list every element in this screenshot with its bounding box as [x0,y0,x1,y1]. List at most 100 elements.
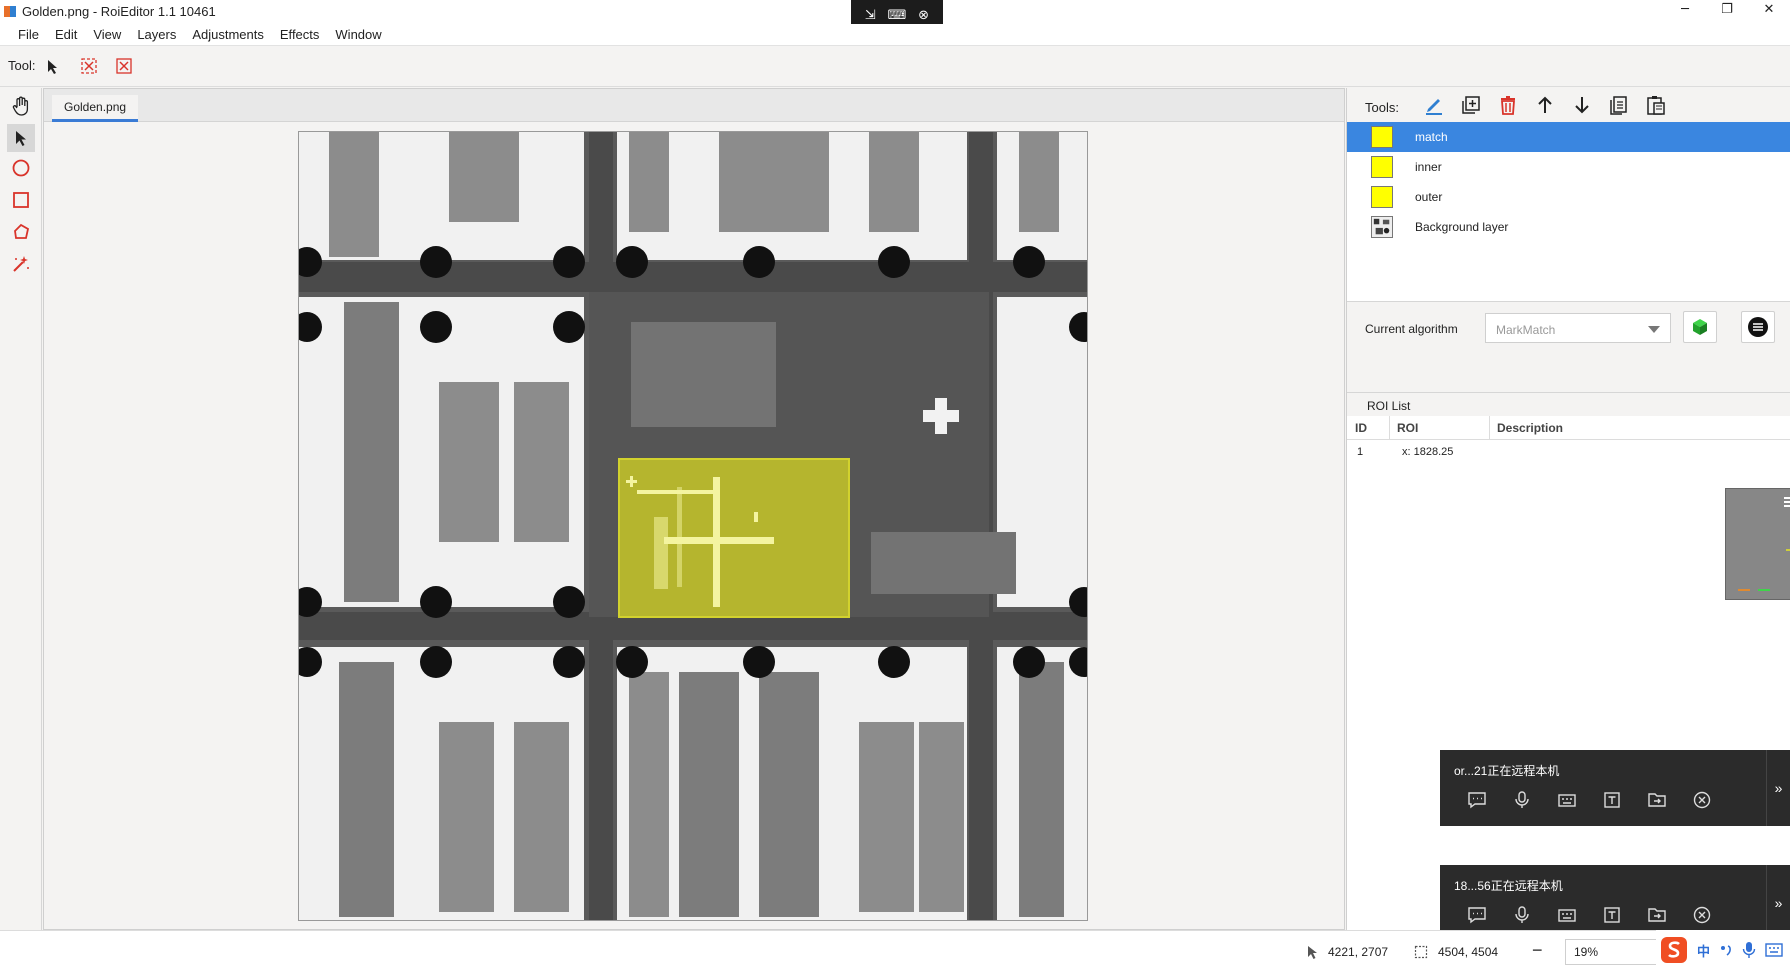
paste-icon [1647,96,1665,115]
keyboard-icon[interactable] [1544,903,1589,927]
window-title: Golden.png - RoiEditor 1.1 10461 [22,4,216,19]
copy-layer-button[interactable] [1604,90,1634,120]
circle-icon [12,159,30,177]
roi-list-title: ROI List [1367,399,1411,413]
wafer-image [299,132,1087,920]
document-tabbar: Golden.png [44,89,1344,122]
tool-label: Tool: [8,58,36,73]
remote-close-icon[interactable]: ⊗ [918,8,929,23]
menu-window[interactable]: Window [327,24,389,45]
move-up-button[interactable] [1530,90,1560,120]
arrow-cursor-icon [16,131,26,146]
rectangle-tool[interactable] [7,186,35,214]
algorithm-section: Current algorithm MarkMatch [1347,303,1790,393]
remote-session-actions [1454,903,1724,927]
settings-icon [1748,317,1768,337]
clear-selection-icon[interactable] [114,56,134,76]
file-transfer-icon[interactable] [1634,788,1679,812]
ime-tray: 中 [1656,930,1790,970]
disconnect-icon[interactable] [1679,903,1724,927]
sogou-ime-icon[interactable] [1660,936,1688,964]
selection-size-icon [1414,945,1428,959]
roi-table: ID ROI Description 1 x: 1828.25 [1347,416,1790,936]
move-down-button[interactable] [1567,90,1597,120]
microphone-icon[interactable] [1499,788,1544,812]
arrow-up-icon [1538,96,1552,113]
algorithm-value: MarkMatch [1496,323,1556,337]
col-description[interactable]: Description [1497,421,1563,435]
layer-row-background[interactable]: Background layer [1347,212,1790,242]
text-icon[interactable] [1589,903,1634,927]
menu-edit[interactable]: Edit [47,24,85,45]
punctuation-icon[interactable] [1719,943,1733,957]
polygon-tool[interactable] [7,218,35,246]
algorithm-settings-button[interactable] [1741,311,1775,343]
menu-effects[interactable]: Effects [272,24,328,45]
pan-tool[interactable] [7,92,35,120]
tool-options-bar: Tool: [0,47,1790,87]
text-icon[interactable] [1589,788,1634,812]
keyboard-icon[interactable] [1765,943,1783,957]
menu-adjustments[interactable]: Adjustments [184,24,272,45]
zoom-out-button[interactable]: − [1532,940,1543,961]
layer-name: inner [1415,160,1442,174]
status-bar: 4221, 2707 4504, 4504 − 19% [0,930,1790,972]
magic-wand-tool[interactable] [7,250,35,278]
remote-keyboard-icon[interactable]: ⌨ [888,8,907,23]
layer-name: Background layer [1415,220,1509,234]
voice-input-icon[interactable] [1742,941,1756,959]
ellipse-tool[interactable] [7,154,35,182]
pencil-icon [1426,99,1442,115]
edit-layer-button[interactable] [1419,90,1449,120]
deselect-icon[interactable] [79,56,99,76]
file-transfer-icon[interactable] [1634,903,1679,927]
layer-color-swatch [1371,156,1393,178]
roi-row-value[interactable]: x: 1828.25 [1402,446,1453,458]
left-toolbox [0,88,42,930]
layer-row-match[interactable]: match [1347,122,1790,152]
paste-layer-button[interactable] [1641,90,1671,120]
algorithm-select[interactable]: MarkMatch [1485,313,1671,343]
close-button[interactable]: ✕ [1754,2,1784,20]
polygon-icon [14,223,30,239]
expand-icon[interactable]: » [1766,750,1790,826]
menu-layers[interactable]: Layers [129,24,184,45]
document-area: Golden.png [43,88,1345,930]
cursor-position: 4221, 2707 [1328,945,1389,959]
cursor-position-icon [1308,946,1317,959]
restore-button[interactable]: ❐ [1712,2,1742,20]
remote-pointer-icon[interactable]: ⇲ [865,8,876,23]
layer-row-inner[interactable]: inner [1347,152,1790,182]
col-id[interactable]: ID [1355,421,1367,435]
menu-file[interactable]: File [10,24,47,45]
rectangle-icon [13,192,29,208]
run-algorithm-button[interactable] [1683,311,1717,343]
roi-row-id[interactable]: 1 [1357,446,1363,458]
chat-icon[interactable] [1454,788,1499,812]
image-size: 4504, 4504 [1438,945,1499,959]
remote-session-text: 18...56正在远程本机 [1454,879,1563,893]
layer-row-outer[interactable]: outer [1347,182,1790,212]
select-arrow-icon[interactable] [42,56,62,76]
menu-view[interactable]: View [85,24,129,45]
chat-icon[interactable] [1454,903,1499,927]
title-bar: Golden.png - RoiEditor 1.1 10461 ⇲ ⌨ ⊗ ─… [0,0,1790,30]
arrow-down-icon [1575,97,1589,114]
roi-thumbnail-image [1726,489,1790,599]
delete-layer-button[interactable] [1493,90,1523,120]
select-tool[interactable] [7,124,35,152]
remote-session-text: or...21正在远程本机 [1454,764,1560,778]
disconnect-icon[interactable] [1679,788,1724,812]
tools-row: Tools: [1347,88,1790,122]
tab-golden-png[interactable]: Golden.png [52,95,139,122]
ime-language[interactable]: 中 [1697,941,1710,960]
minimize-button[interactable]: ─ [1670,2,1700,20]
microphone-icon[interactable] [1499,903,1544,927]
zoom-value: 19% [1574,945,1599,959]
menu-bar: File Edit View Layers Adjustments Effect… [0,24,1790,46]
col-roi[interactable]: ROI [1397,421,1418,435]
image-canvas[interactable] [298,131,1088,921]
add-layer-button[interactable] [1456,90,1486,120]
layer-color-swatch [1371,126,1393,148]
keyboard-icon[interactable] [1544,788,1589,812]
